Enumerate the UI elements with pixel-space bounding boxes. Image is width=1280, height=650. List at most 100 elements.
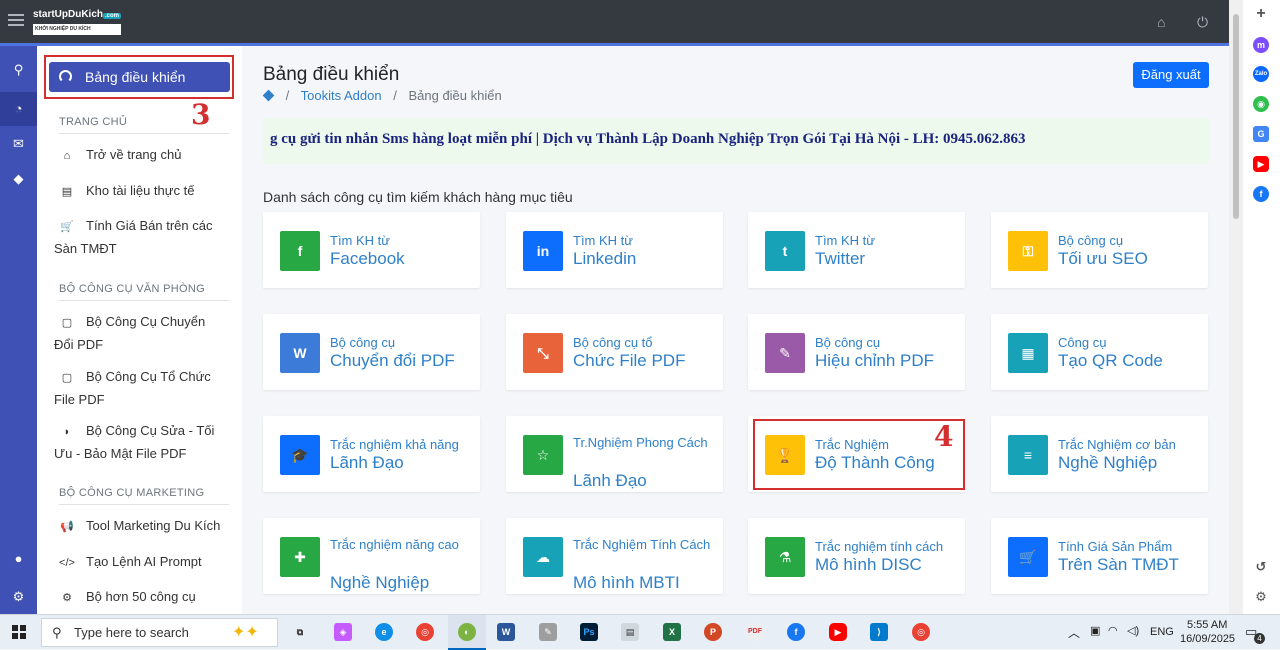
word-icon[interactable]: W (497, 623, 515, 641)
qrcode-icon: ▦ (1008, 333, 1048, 373)
site-logo[interactable]: startUpDuKich .com KHỞI NGHIỆP DU KÍCH (33, 9, 122, 35)
pdf-icon: ▢ (61, 317, 73, 329)
pdf-icon: ▢ (61, 372, 73, 384)
chrome-profile-icon[interactable]: ◎ (912, 623, 930, 641)
sidebar-item-home[interactable]: ⌂ Trở về trang chủ (54, 144, 224, 167)
messenger-icon[interactable]: m (1253, 37, 1269, 53)
edge-icon[interactable]: e (375, 623, 393, 641)
copilot-icon[interactable]: ◈ (334, 623, 352, 641)
chrome-icon[interactable]: ◎ (416, 623, 434, 641)
tool-card-subtitle: Trắc nghiệm tính cách (815, 539, 944, 554)
sidebar-item-label: Bộ Công Cụ Sửa - Tối Ưu - Bảo Mật File P… (54, 423, 215, 461)
sidebar-item-seo-tools[interactable]: ⚙Bộ hơn 50 công cụ SEO F... (54, 586, 224, 614)
sidebar-item-pdf-convert[interactable]: ▢ Bộ Công Cụ Chuyển Đổi PDF (54, 311, 224, 355)
facebook-icon[interactable]: f (787, 623, 805, 641)
key-icon: ⚿ (1008, 231, 1048, 271)
game-icon[interactable]: ◉ (1253, 96, 1269, 112)
tool-card[interactable]: ☆ Tr.Nghiệm Phong Cách Lãnh Đạo (506, 416, 723, 492)
taskbar-search-input[interactable]: ⚲ Type here to search ✦✦ (41, 618, 278, 647)
user-icon[interactable]: ● (0, 551, 37, 566)
youtube-icon[interactable]: ▶ (1253, 156, 1269, 172)
tool-card-subtitle: Tìm KH từ (815, 233, 875, 248)
tool-card[interactable]: in Tìm KH từ Linkedin (506, 212, 723, 288)
language-indicator[interactable]: ENG (1150, 626, 1174, 638)
settings-icon[interactable]: ⚙ (0, 589, 37, 605)
sidebar-item-label: Tool Marketing Du Kích (86, 518, 221, 533)
page-scrollbar[interactable] (1229, 0, 1243, 614)
vscode-icon[interactable]: ⟩ (870, 623, 888, 641)
mail-icon[interactable]: ✉ (0, 136, 37, 152)
tool-card-title: Facebook (330, 249, 405, 268)
menu-toggle-icon[interactable] (8, 14, 24, 28)
clock-date[interactable]: 16/09/2025 (1180, 633, 1235, 645)
chevron-up-icon[interactable]: ︿ (1068, 624, 1080, 641)
clock-time[interactable]: 5:55 AM (1187, 619, 1227, 631)
tool-card-title: Tạo QR Code (1058, 351, 1163, 370)
sidebar-item-pdf-organize[interactable]: ▢ Bộ Công Cụ Tổ Chức File PDF (54, 366, 224, 410)
photoshop-icon[interactable]: Ps (580, 623, 598, 641)
task-view-icon[interactable]: ⧉ (291, 623, 309, 641)
network-icon[interactable]: ▣ (1090, 624, 1100, 637)
search-icon: ⚲ (52, 625, 62, 640)
history-icon[interactable]: ↺ (1253, 559, 1269, 575)
plus-icon[interactable]: + (1253, 6, 1269, 22)
powerpoint-icon[interactable]: P (704, 623, 722, 641)
wifi-icon[interactable]: ◠ (1108, 624, 1118, 637)
settings-icon[interactable]: ⚙ (1253, 589, 1269, 605)
sidebar-item-ai-prompt[interactable]: </> Tạo Lệnh AI Prompt (54, 551, 224, 574)
list-icon: ≡ (1008, 435, 1048, 475)
sidebar-item-label: Trở về trang chủ (86, 147, 182, 162)
star-icon: ☆ (523, 435, 563, 475)
dashboard-icon[interactable]: ◔ (0, 92, 37, 126)
diamond-icon[interactable]: ◆ (0, 171, 37, 187)
tool-card[interactable]: ⤡ Bộ công cụ tổ Chức File PDF (506, 314, 723, 390)
cube-icon (262, 89, 275, 102)
home-icon[interactable]: ⌂ (1157, 14, 1165, 30)
tool-card[interactable]: f Tìm KH từ Facebook (263, 212, 480, 288)
windows-start-icon[interactable] (12, 625, 26, 639)
tool-card-title: Twitter (815, 249, 866, 268)
power-icon[interactable]: ⏻ (1197, 14, 1208, 31)
file-icon[interactable]: ▤ (621, 623, 639, 641)
logo-tagline: KHỞI NGHIỆP DU KÍCH (33, 24, 122, 35)
cloud-icon: ☁ (523, 537, 563, 577)
pdf-icon[interactable]: PDF (746, 623, 764, 641)
tool-card[interactable]: t Tìm KH từ Twitter (748, 212, 965, 288)
volume-icon[interactable]: ◁) (1127, 624, 1139, 637)
browser-side-panel: + m Zalo ◉ G ▶ f ↺ ⚙ (1243, 0, 1280, 614)
app-icon: ◐ (458, 623, 476, 641)
breadcrumb-link-toolkits[interactable]: Tookits Addon (301, 88, 382, 103)
highlight-box-3 (44, 55, 234, 99)
tool-card[interactable]: ⚗ Trắc nghiệm tính cách Mô hình DISC (748, 518, 965, 594)
tool-card[interactable]: W Bộ công cụ Chuyển đổi PDF (263, 314, 480, 390)
tool-card-subtitle: Trắc nghiệm năng cao (330, 537, 459, 552)
logout-button[interactable]: Đăng xuất (1133, 62, 1209, 88)
tool-card[interactable]: ☁ Trắc Nghiệm Tính Cách Mô hình MBTI (506, 518, 723, 594)
zalo-icon[interactable]: Zalo (1253, 66, 1269, 82)
tool-card[interactable]: ✎ Bộ công cụ Hiệu chỉnh PDF (748, 314, 965, 390)
sidebar-item-pdf-edit[interactable]: ◗ Bộ Công Cụ Sửa - Tối Ưu - Bảo Mật File … (54, 420, 224, 464)
search-icon[interactable]: ⚲ (0, 62, 37, 78)
tool-card[interactable]: 🛒 Tính Giá Sản Phẩm Trên Sàn TMĐT (991, 518, 1208, 594)
scrollbar-thumb[interactable] (1233, 14, 1239, 219)
icon-rail: ⚲ ◔ ✉ ◆ ● ⚙ (0, 46, 37, 614)
translate-icon[interactable]: G (1253, 126, 1269, 142)
tool-card-title: Nghề Nghiệp (330, 573, 430, 592)
facebook-icon: f (280, 231, 320, 271)
breadcrumb-current: Bảng điều khiển (408, 88, 502, 103)
youtube-icon[interactable]: ▶ (829, 623, 847, 641)
paint-icon[interactable]: ✎ (539, 623, 557, 641)
marquee-text: g cụ gửi tin nhắn Sms hàng loạt miễn phí… (270, 131, 1026, 147)
tool-card[interactable]: ≡ Trắc Nghiệm cơ bản Nghề Nghiệp (991, 416, 1208, 492)
tool-card-subtitle: Tr.Nghiệm Phong Cách (573, 435, 708, 450)
facebook-icon[interactable]: f (1253, 186, 1269, 202)
tool-card[interactable]: ▦ Công cụ Tạo QR Code (991, 314, 1208, 390)
tool-card[interactable]: ⚿ Bộ công cụ Tối ưu SEO (991, 212, 1208, 288)
tool-card[interactable]: ✚ Trắc nghiệm năng cao Nghề Nghiệp (263, 518, 480, 594)
sidebar-item-price[interactable]: 🛒 Tính Giá Bán trên các Sàn TMĐT (54, 215, 224, 259)
excel-icon[interactable]: X (663, 623, 681, 641)
taskbar-active-app[interactable]: ◐ (448, 615, 486, 650)
sidebar-item-docs[interactable]: ▤ Kho tài liệu thực tế (54, 180, 224, 203)
sidebar-item-marketing-tool[interactable]: 📢 Tool Marketing Du Kích (54, 515, 224, 538)
tool-card[interactable]: 🎓 Trắc nghiệm khả năng Lãnh Đạo (263, 416, 480, 492)
